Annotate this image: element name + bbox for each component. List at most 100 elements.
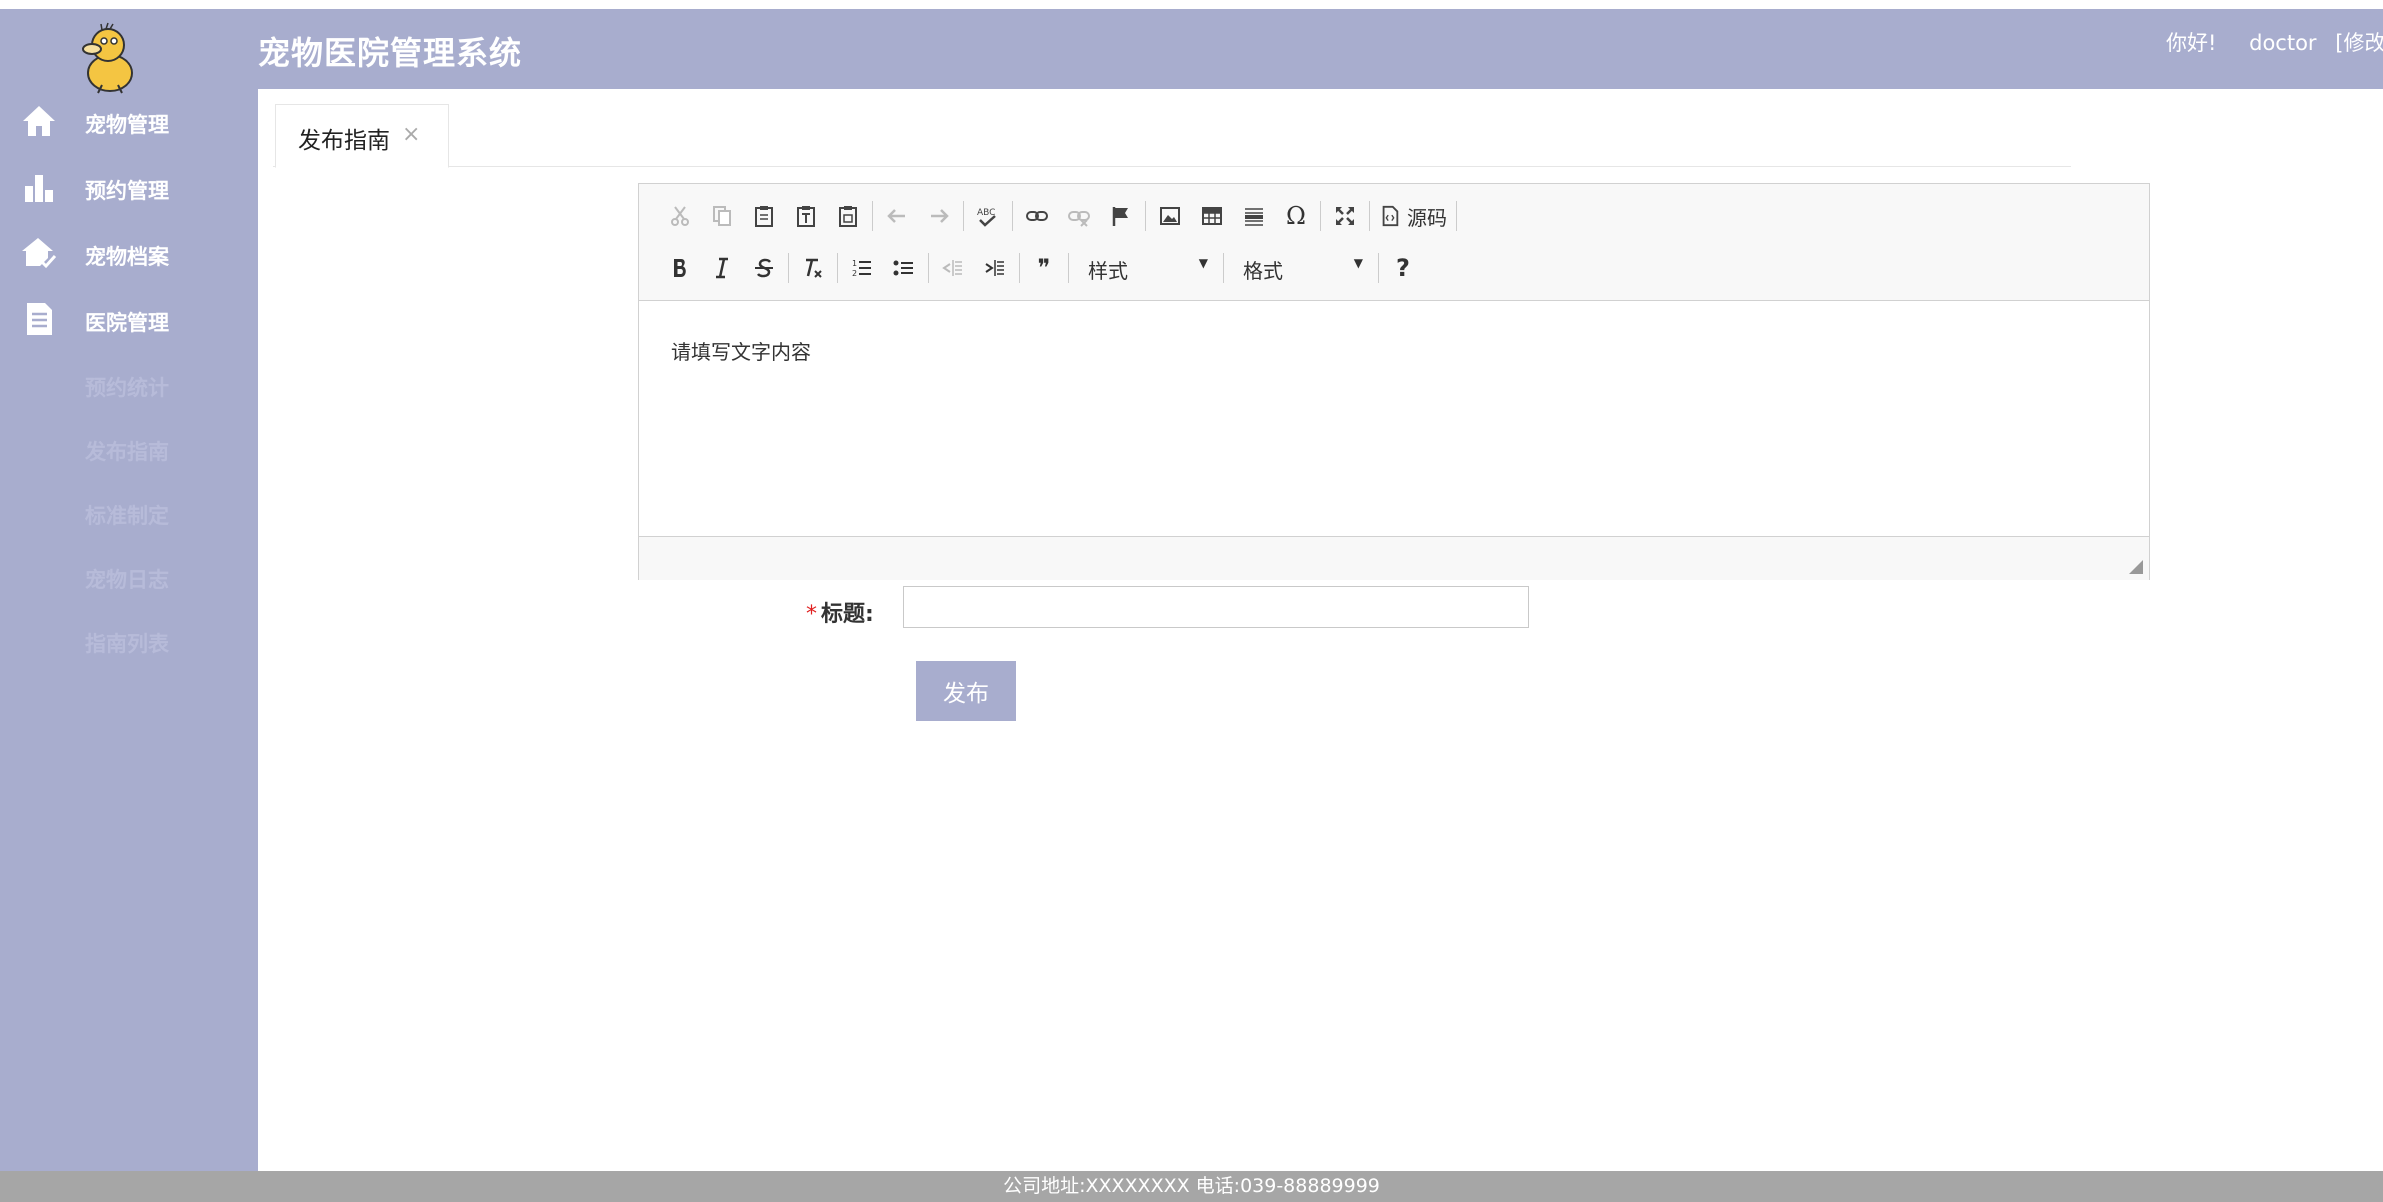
anchor-button[interactable] — [1100, 198, 1142, 234]
change-password-link[interactable]: [修改密 — [2335, 31, 2383, 55]
strikethrough-button[interactable] — [743, 250, 785, 286]
home-icon — [23, 106, 55, 136]
copy-icon — [713, 206, 731, 226]
toolbar-separator — [963, 201, 964, 231]
source-label: 源码 — [1407, 205, 1447, 230]
bold-icon — [674, 259, 686, 277]
toolbar-separator — [1012, 201, 1013, 231]
top-strip — [0, 0, 2383, 9]
editor-content-area[interactable]: 请填写文字内容 — [639, 301, 2149, 535]
close-icon[interactable]: × — [402, 122, 420, 147]
required-marker: * — [806, 602, 817, 627]
document-icon — [27, 303, 52, 335]
sidebar-subitem-label: 标准制定 — [85, 504, 169, 528]
sidebar-item-hospital-management[interactable]: 医院管理 — [0, 288, 258, 354]
style-dropdown[interactable]: 样式 ▼ — [1076, 252, 1216, 284]
toolbar-separator — [1223, 253, 1224, 283]
omega-icon: Ω — [1286, 202, 1306, 230]
toolbar-separator — [1320, 201, 1321, 231]
sidebar-subitem-appointment-stats[interactable]: 预约统计 — [0, 354, 258, 418]
blockquote-button[interactable]: ❞ — [1023, 250, 1065, 286]
bar-chart-icon — [25, 175, 53, 202]
spellcheck-icon: ABC — [977, 208, 996, 227]
image-button[interactable] — [1149, 198, 1191, 234]
numbered-list-button[interactable]: 12 — [841, 250, 883, 286]
chevron-down-icon: ▼ — [1353, 256, 1363, 270]
help-button[interactable]: ? — [1382, 250, 1424, 286]
title-input[interactable] — [903, 586, 1529, 628]
sidebar-item-pet-management[interactable]: 宠物管理 — [0, 90, 258, 156]
title-label: * 标题: — [806, 596, 874, 628]
bulleted-list-button[interactable] — [883, 250, 925, 286]
toolbar-separator — [928, 253, 929, 283]
remove-format-icon — [806, 258, 822, 278]
indent-icon — [985, 260, 1004, 276]
toolbar-separator — [788, 253, 789, 283]
sidebar-subitem-guide-list[interactable]: 指南列表 — [0, 610, 258, 674]
paste-word-icon — [839, 206, 857, 227]
remove-format-button[interactable] — [792, 250, 834, 286]
sidebar-subitem-pet-log[interactable]: 宠物日志 — [0, 546, 258, 610]
title-label-text: 标题: — [821, 602, 874, 627]
sidebar-menu: 宠物管理 预约管理 宠物档案 医院管理 预约统计 发布指南 标准制定 宠物日志 … — [0, 90, 258, 674]
outdent-button[interactable] — [932, 250, 974, 286]
sidebar-subitem-standard-setting[interactable]: 标准制定 — [0, 482, 258, 546]
cut-button[interactable] — [659, 198, 701, 234]
format-dropdown[interactable]: 格式 ▼ — [1231, 252, 1371, 284]
italic-icon — [716, 257, 728, 279]
bulleted-list-icon — [893, 260, 913, 276]
indent-button[interactable] — [974, 250, 1016, 286]
maximize-button[interactable] — [1324, 198, 1366, 234]
duck-logo-icon — [82, 22, 133, 94]
editor-toolbar: ABC Ω 源码 1 2 ❞ 样式 ▼ 格式 ▼ ? — [639, 184, 2149, 301]
editor-content-text[interactable]: 请填写文字内容 — [671, 336, 811, 365]
toolbar-separator — [837, 253, 838, 283]
tab-publish-guide[interactable]: 发布指南 × — [275, 104, 449, 168]
toolbar-separator — [1456, 201, 1457, 231]
unlink-button[interactable] — [1058, 198, 1100, 234]
redo-icon — [931, 209, 949, 223]
special-char-button[interactable]: Ω — [1275, 198, 1317, 234]
paste-text-button[interactable] — [785, 198, 827, 234]
cut-icon — [671, 206, 689, 226]
toolbar-separator — [1068, 253, 1069, 283]
resize-handle-icon[interactable] — [2129, 560, 2143, 574]
rich-text-editor: ABC Ω 源码 1 2 ❞ 样式 ▼ 格式 ▼ ? 请填写文字内容 — [638, 183, 2150, 580]
sidebar-item-label: 宠物管理 — [85, 113, 169, 137]
toolbar-separator — [1145, 201, 1146, 231]
greeting-text: 你好! — [2166, 31, 2217, 55]
horizontal-rule-icon — [1245, 208, 1263, 226]
svg-text:1: 1 — [852, 259, 857, 268]
paste-button[interactable] — [743, 198, 785, 234]
tab-label: 发布指南 — [298, 128, 390, 154]
chevron-down-icon: ▼ — [1198, 256, 1208, 270]
unlink-icon — [1068, 211, 1090, 227]
italic-button[interactable] — [701, 250, 743, 286]
user-area: 你好! doctor [修改密 — [2166, 27, 2383, 57]
style-dropdown-label: 样式 — [1088, 259, 1128, 283]
sidebar-item-appointment-management[interactable]: 预约管理 — [0, 156, 258, 222]
redo-button[interactable] — [918, 198, 960, 234]
toolbar-separator — [872, 201, 873, 231]
maximize-icon — [1336, 207, 1354, 225]
sidebar-item-pet-records[interactable]: 宠物档案 — [0, 222, 258, 288]
sidebar-item-label: 宠物档案 — [85, 245, 169, 269]
paste-icon — [755, 206, 773, 227]
link-button[interactable] — [1016, 198, 1058, 234]
publish-button[interactable]: 发布 — [916, 661, 1016, 721]
paste-word-button[interactable] — [827, 198, 869, 234]
copy-button[interactable] — [701, 198, 743, 234]
username: doctor — [2249, 31, 2317, 55]
bold-button[interactable] — [659, 250, 701, 286]
spellcheck-button[interactable]: ABC — [967, 198, 1009, 234]
sidebar-subitem-label: 宠物日志 — [85, 568, 169, 592]
sidebar-item-label: 医院管理 — [85, 311, 169, 335]
undo-button[interactable] — [876, 198, 918, 234]
sidebar-subitem-label: 预约统计 — [85, 376, 169, 400]
source-button[interactable]: 源码 — [1373, 198, 1453, 234]
sidebar-subitem-label: 发布指南 — [85, 440, 169, 464]
help-icon: ? — [1396, 254, 1410, 282]
table-button[interactable] — [1191, 198, 1233, 234]
sidebar-subitem-publish-guide[interactable]: 发布指南 — [0, 418, 258, 482]
horizontal-rule-button[interactable] — [1233, 198, 1275, 234]
